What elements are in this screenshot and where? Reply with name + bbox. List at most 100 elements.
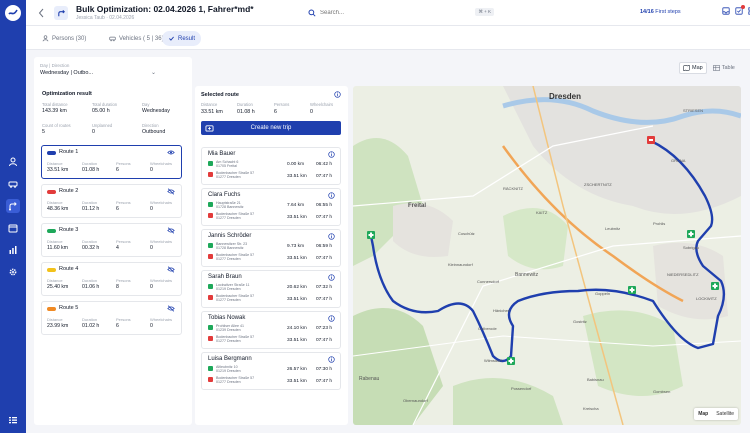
dropoff-address: Bodenbacher Straße 57 01277 Dresden — [216, 212, 255, 220]
map-place-label: Gostritz — [573, 319, 587, 324]
day-direction-select[interactable]: Wednesday | Outbo... ⌄ — [40, 68, 156, 78]
route-card-1[interactable]: Route 1 Distance Duration Persons Wheelc… — [41, 145, 182, 179]
pickup-address: Prohliser Allee 41 01239 Dresden — [216, 324, 244, 332]
pickup-address: Altleubnitz 10 01219 Dresden — [216, 365, 241, 373]
chevron-down-icon: ⌄ — [150, 70, 156, 76]
person-card[interactable]: Tobias Nowak Prohliser Allee 41 01239 Dr… — [201, 311, 341, 349]
route-distance: 23.99 km — [47, 323, 69, 329]
chart-icon — [9, 246, 17, 254]
route-distance: 48.36 km — [47, 206, 69, 212]
route-duration: 01.08 h — [82, 167, 100, 173]
table-view-button[interactable]: Table — [710, 62, 738, 74]
sidebar-item-settings[interactable] — [6, 265, 20, 279]
map-place-label: Coschütz — [458, 231, 475, 236]
info-icon[interactable] — [328, 356, 335, 363]
dropoff-marker-icon — [208, 295, 213, 300]
info-icon[interactable] — [328, 274, 335, 281]
dropoff-km: 33.51 km — [287, 174, 307, 179]
route-duration-label: Duration — [82, 317, 98, 322]
route-card-5[interactable]: Route 5 Distance Duration Persons Wheelc… — [41, 301, 182, 335]
tab-persons[interactable]: Persons (30) — [36, 31, 92, 46]
sr-stat-value: 6 — [274, 109, 277, 115]
map-place-label: Golberode — [478, 326, 497, 331]
person-card[interactable]: Luisa Bergmann Altleubnitz 10 01219 Dres… — [201, 352, 341, 390]
eye-off-icon[interactable] — [167, 227, 175, 234]
chevron-left-icon — [38, 8, 44, 18]
sidebar-item-persons[interactable] — [6, 155, 20, 169]
dropoff-marker-icon[interactable] — [647, 136, 655, 144]
map-place-label: RÄCKNITZ — [503, 186, 523, 191]
eye-off-icon[interactable] — [167, 305, 175, 312]
sidebar-item-optimization[interactable] — [6, 199, 20, 213]
pickup-marker-icon — [208, 366, 213, 371]
app-logo[interactable] — [5, 5, 21, 21]
route-card-3[interactable]: Route 3 Distance Duration Persons Wheelc… — [41, 223, 182, 257]
route-name: Route 4 — [59, 266, 79, 272]
info-icon[interactable] — [328, 192, 335, 199]
pickup-marker-icon[interactable] — [711, 282, 719, 290]
map-view-button[interactable]: Map — [679, 62, 707, 74]
info-icon[interactable] — [328, 315, 335, 322]
pickup-time: 07:23 h — [316, 326, 333, 331]
map-place-label: Prohlis — [653, 221, 666, 226]
pickup-marker-icon[interactable] — [628, 286, 636, 294]
notifications-button[interactable] — [722, 7, 730, 17]
person-card[interactable]: Sarah Braun Lockwitzer Straße 11 01219 D… — [201, 270, 341, 308]
route-persons-label: Persons — [116, 278, 131, 283]
eye-icon[interactable] — [167, 149, 175, 156]
tasks-button[interactable] — [735, 5, 745, 17]
stat-value: Outbound — [142, 129, 166, 135]
pickup-marker-icon[interactable] — [507, 357, 515, 365]
route-name: Route 3 — [59, 227, 79, 233]
route-duration: 01.02 h — [82, 323, 100, 329]
pickup-marker-icon — [208, 161, 213, 166]
tab-result[interactable]: Result — [162, 31, 202, 46]
stat-value: Wednesday — [142, 108, 170, 114]
info-icon[interactable] — [328, 151, 335, 158]
sidebar-item-calendar[interactable] — [6, 221, 20, 235]
route-card-4[interactable]: Route 4 Distance Duration Persons Wheelc… — [41, 262, 182, 296]
route-map[interactable]: Dresden Freital ZSCHERTNITZ RÄCKNITZ KAI… — [353, 86, 741, 425]
route-color-2 — [47, 190, 56, 194]
dropoff-marker-icon — [208, 213, 213, 218]
route-wheelchairs: 0 — [150, 323, 153, 329]
search-input[interactable] — [320, 9, 440, 16]
sidebar-item-menu[interactable] — [6, 413, 20, 427]
info-icon[interactable] — [328, 233, 335, 240]
map-forest — [353, 308, 443, 425]
eye-off-icon[interactable] — [167, 266, 175, 273]
map-place-label: Freital — [408, 203, 427, 209]
stat-label: Total distance — [42, 102, 68, 107]
route-persons-label: Persons — [116, 239, 131, 244]
map-place-label: Sobrigau — [683, 245, 700, 250]
map-canvas — [353, 86, 741, 425]
search-bar[interactable]: ⌘ + K — [308, 6, 494, 19]
eye-off-icon[interactable] — [167, 188, 175, 195]
pickup-marker-icon[interactable] — [687, 230, 695, 238]
pickup-km: 7.64 km — [287, 203, 305, 208]
map-type-satellite-button[interactable]: Satellite — [712, 408, 738, 420]
dropoff-time: 07:47 h — [316, 256, 333, 261]
first-steps-link[interactable]: 14/16 First steps — [640, 9, 681, 15]
route-distance-label: Distance — [47, 161, 63, 166]
sidebar-item-reports[interactable] — [6, 243, 20, 257]
pickup-marker-icon[interactable] — [367, 231, 375, 239]
map-place-label: Obernaundorf — [403, 398, 428, 403]
route-duration: 01.12 h — [82, 206, 100, 212]
person-card[interactable]: Clara Fuchs Hauptstraße 21 01728 Bannewi… — [201, 188, 341, 226]
map-type-map-button[interactable]: Map — [694, 408, 712, 420]
route-card-2[interactable]: Route 2 Distance Duration Persons Wheelc… — [41, 184, 182, 218]
route-distance: 33.51 km — [47, 167, 69, 173]
calendar-icon — [8, 224, 18, 233]
person-card[interactable]: Jannis Schröder Bannewitzer Str. 23 0172… — [201, 229, 341, 267]
route-distance-label: Distance — [47, 278, 63, 283]
tab-vehicles[interactable]: Vehicles ( 5 | 36) — [103, 31, 170, 46]
sidebar-item-vehicles[interactable] — [6, 177, 20, 191]
back-button[interactable] — [38, 8, 45, 21]
info-icon[interactable] — [334, 91, 341, 98]
person-card[interactable]: Mia Bauer Am Schacht 6 01705 Freital Bod… — [201, 147, 341, 185]
route-duration-label: Duration — [82, 200, 98, 205]
route-distance-label: Distance — [47, 200, 63, 205]
map-place-label: Leubnitz — [605, 226, 621, 231]
create-new-trip-button[interactable]: Create new trip — [201, 121, 341, 135]
